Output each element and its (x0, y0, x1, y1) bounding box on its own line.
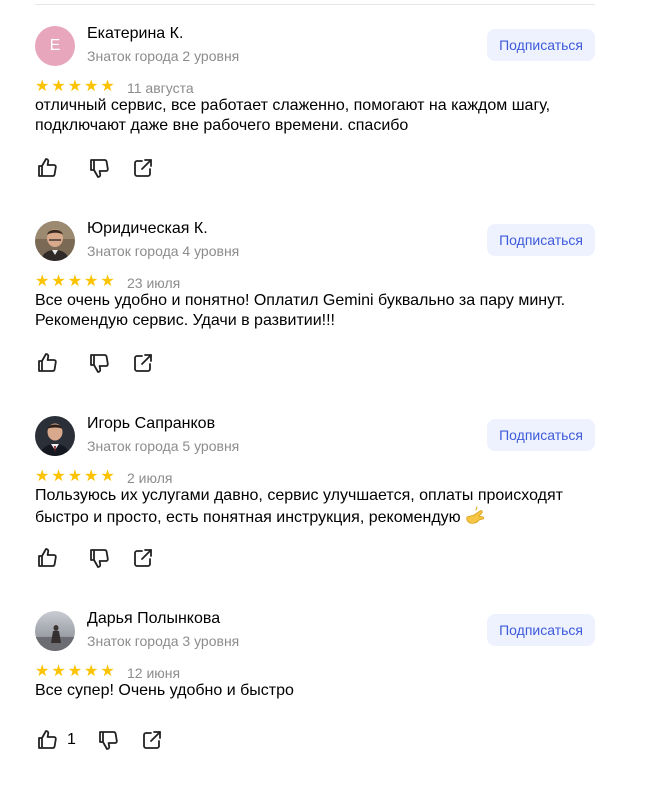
author-level: Знаток города 3 уровня (87, 633, 240, 649)
star-icon: ★ (51, 663, 66, 680)
dislike-button[interactable] (87, 546, 111, 570)
star-icon: ★ (100, 273, 115, 290)
author-level: Знаток города 2 уровня (87, 48, 240, 64)
star-icon: ★ (67, 468, 83, 485)
author-name[interactable]: Екатерина К. (87, 25, 183, 43)
like-button[interactable] (35, 156, 67, 180)
review-actions (35, 156, 175, 180)
pinching-hand-emoji (466, 506, 485, 524)
rating-stars: ★ ★ ★ ★ ★ (35, 664, 115, 680)
star-icon: ★ (84, 468, 99, 485)
like-button[interactable] (35, 351, 67, 375)
star-icon: ★ (100, 78, 115, 95)
share-button[interactable] (131, 156, 155, 180)
dislike-button[interactable] (87, 351, 111, 375)
like-button[interactable]: 1 (35, 728, 76, 752)
avatar[interactable]: Е (35, 26, 75, 66)
review-actions: 1 (35, 728, 184, 752)
dislike-button[interactable] (87, 156, 111, 180)
review-card: Дарья Полынкова Знаток города 3 уровня П… (35, 610, 595, 801)
share-icon (134, 354, 152, 372)
subscribe-button[interactable]: Подписаться (487, 224, 595, 256)
thumbs-down-icon (90, 354, 109, 373)
avatar[interactable] (35, 416, 75, 456)
review-actions (35, 546, 175, 570)
share-icon (143, 731, 161, 749)
author-name[interactable]: Дарья Полынкова (87, 610, 220, 628)
star-icon: ★ (100, 468, 115, 485)
review-text: Все супер! Очень удобно и быстро (35, 682, 294, 699)
author-level: Знаток города 4 уровня (87, 243, 240, 259)
subscribe-button[interactable]: Подписаться (487, 614, 595, 646)
share-icon (134, 159, 152, 177)
share-button[interactable] (140, 728, 164, 752)
thumbs-down-icon (99, 731, 118, 750)
star-icon: ★ (84, 78, 99, 95)
share-icon (134, 549, 152, 567)
author-name[interactable]: Игорь Сапранков (87, 415, 215, 433)
review-date: 12 июня (127, 665, 181, 681)
review-actions (35, 351, 175, 375)
star-icon: ★ (35, 273, 50, 290)
thumbs-up-icon (38, 353, 57, 372)
subscribe-button[interactable]: Подписаться (487, 29, 595, 61)
star-icon: ★ (67, 663, 83, 680)
like-button[interactable] (35, 546, 67, 570)
review-text: Все очень удобно и понятно! Оплатил Gemi… (35, 292, 566, 329)
author-level: Знаток города 5 уровня (87, 438, 240, 454)
avatar-photo (35, 221, 75, 261)
star-icon: ★ (51, 468, 66, 485)
star-icon: ★ (51, 273, 66, 290)
star-icon: ★ (51, 78, 66, 95)
share-button[interactable] (131, 546, 155, 570)
review-card: Игорь Сапранков Знаток города 5 уровня П… (35, 415, 595, 606)
review-date: 11 августа (127, 80, 194, 96)
review-card: Юридическая К. Знаток города 4 уровня По… (35, 220, 595, 411)
avatar[interactable] (35, 221, 75, 261)
review-card: Е Екатерина К. Знаток города 2 уровня По… (35, 25, 595, 216)
like-count: 1 (67, 731, 76, 748)
star-icon: ★ (67, 78, 83, 95)
review-text: Пользуюсь их услугами давно, сервис улуч… (35, 486, 595, 528)
star-icon: ★ (35, 78, 50, 95)
review-text: отличный сервис, все работает слаженно, … (35, 97, 551, 134)
thumbs-up-icon (38, 548, 57, 567)
thumbs-up-icon (38, 730, 57, 749)
author-name[interactable]: Юридическая К. (87, 220, 208, 238)
review-date: 2 июля (127, 470, 173, 486)
review-date: 23 июля (127, 275, 181, 291)
thumbs-up-icon (38, 158, 57, 177)
star-icon: ★ (100, 663, 115, 680)
rating-stars: ★ ★ ★ ★ ★ (35, 469, 115, 485)
avatar-photo (35, 416, 75, 456)
thumbs-down-icon (90, 549, 109, 568)
star-icon: ★ (67, 273, 83, 290)
star-icon: ★ (35, 663, 50, 680)
subscribe-button[interactable]: Подписаться (487, 419, 595, 451)
avatar[interactable] (35, 611, 75, 651)
rating-stars: ★ ★ ★ ★ ★ (35, 274, 115, 290)
star-icon: ★ (84, 663, 99, 680)
star-icon: ★ (35, 468, 50, 485)
share-button[interactable] (131, 351, 155, 375)
star-icon: ★ (84, 273, 99, 290)
top-divider (35, 4, 595, 5)
avatar-photo (35, 611, 75, 651)
dislike-button[interactable] (96, 728, 120, 752)
thumbs-down-icon (90, 159, 109, 178)
rating-stars: ★ ★ ★ ★ ★ (35, 79, 115, 95)
avatar-letter: Е (49, 37, 61, 54)
